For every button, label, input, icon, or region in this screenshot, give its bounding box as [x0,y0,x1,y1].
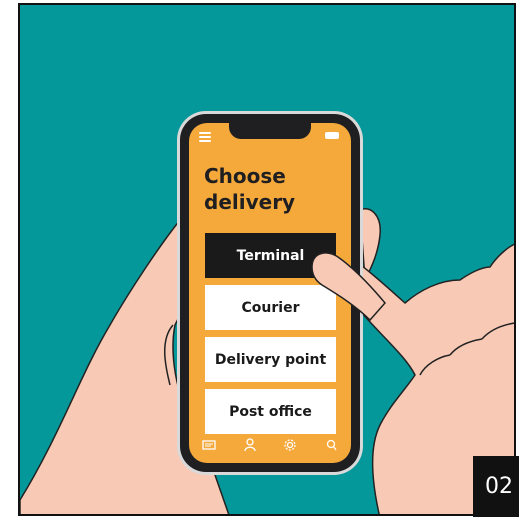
illustration-frame: Choose delivery Terminal Courier Deliver… [18,3,516,516]
pointing-finger [311,252,386,322]
step-number-badge: 02 [473,456,519,517]
